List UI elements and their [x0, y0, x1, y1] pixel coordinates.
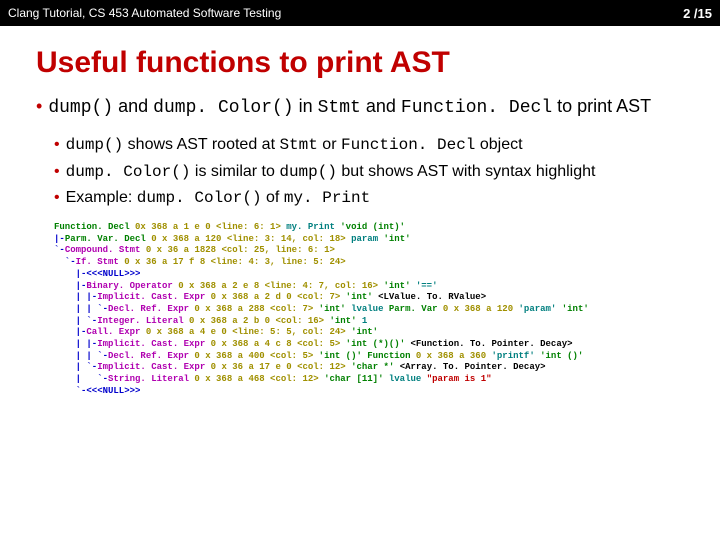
- bullet-dot-icon: •: [54, 163, 66, 180]
- code-token: Function. Decl: [341, 136, 475, 154]
- code-token: Stmt: [279, 136, 317, 154]
- bullet-level1: •dump() and dump. Color() in Stmt and Fu…: [36, 94, 684, 120]
- code-token: dump(): [279, 163, 337, 181]
- text: in: [294, 96, 318, 116]
- slide-title: Useful functions to print AST: [0, 26, 720, 94]
- text: is similar to: [190, 163, 279, 180]
- code-token: Function. Decl: [401, 98, 552, 118]
- code-token: dump(): [66, 136, 124, 154]
- bullet-level2: •dump. Color() is similar to dump() but …: [36, 161, 684, 184]
- bullet-level2: •Example: dump. Color() of my. Print: [36, 187, 684, 210]
- code-token: dump. Color(): [66, 163, 191, 181]
- header-bar: Clang Tutorial, CS 453 Automated Softwar…: [0, 0, 720, 26]
- header-subtitle: Clang Tutorial, CS 453 Automated Softwar…: [8, 6, 281, 20]
- code-token: dump. Color(): [153, 98, 293, 118]
- code-token: Stmt: [318, 98, 361, 118]
- text: to print AST: [552, 96, 651, 116]
- text: but shows AST with syntax highlight: [337, 163, 596, 180]
- text: shows AST rooted at: [123, 136, 279, 153]
- bullet-level2: •dump() shows AST rooted at Stmt or Func…: [36, 134, 684, 157]
- bullet-dot-icon: •: [36, 96, 48, 116]
- code-token: dump(): [48, 98, 113, 118]
- page-number: 2 /15: [683, 6, 712, 21]
- ast-dump-output: Function. Decl 0x 368 a 1 e 0 <line: 6: …: [0, 214, 720, 397]
- bullet-dot-icon: •: [54, 189, 66, 206]
- code-token: dump. Color(): [137, 189, 262, 207]
- text: and: [361, 96, 401, 116]
- bullet-list: •dump() and dump. Color() in Stmt and Fu…: [0, 94, 720, 210]
- text: or: [318, 136, 341, 153]
- text: object: [475, 136, 522, 153]
- bullet-dot-icon: •: [54, 136, 66, 153]
- code-token: my. Print: [284, 189, 370, 207]
- text: Example:: [66, 189, 137, 206]
- text: and: [113, 96, 153, 116]
- text: of: [262, 189, 284, 206]
